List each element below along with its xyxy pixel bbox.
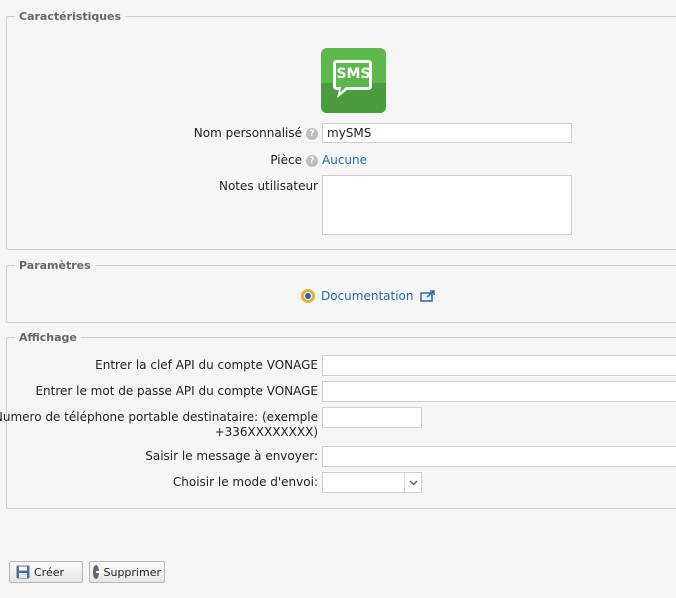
notes-textarea[interactable] <box>322 175 572 235</box>
sms-icon-text: SMS <box>336 66 371 82</box>
mode-label: Choisir le mode d'envoi: <box>172 475 318 489</box>
phone-row: Numero de téléphone portable destinatair… <box>0 407 676 441</box>
api-password-input[interactable] <box>322 381 676 402</box>
minus-circle-icon <box>93 565 104 579</box>
sms-app-icon: SMS <box>321 48 386 113</box>
notes-label: Notes utilisateur <box>218 179 318 193</box>
notes-row: Notes utilisateur <box>0 175 676 235</box>
external-link-icon <box>419 290 435 302</box>
create-button[interactable]: Créer <box>9 561 83 583</box>
message-input[interactable] <box>322 446 676 467</box>
chevron-down-icon <box>404 473 421 492</box>
name-label: Nom personnalisé? <box>194 126 318 140</box>
name-input[interactable]: mySMS <box>322 123 572 143</box>
phone-label: Numero de téléphone portable destinatair… <box>0 410 318 439</box>
api-pass-row: Entrer le mot de passe API du compte VON… <box>0 381 676 403</box>
help-icon[interactable]: ? <box>306 154 318 167</box>
documentation-label: Documentation <box>321 289 414 303</box>
message-label: Saisir le message à envoyer: <box>145 449 318 463</box>
room-row: Pièce? Aucune <box>0 151 676 169</box>
api-key-label: Entrer la clef API du compte VONAGE <box>95 358 318 372</box>
save-icon <box>16 565 30 579</box>
delete-button-label: Supprimer <box>103 565 161 579</box>
phone-input[interactable] <box>322 407 422 428</box>
room-value[interactable]: Aucune <box>322 153 367 167</box>
mode-select[interactable] <box>322 472 422 493</box>
name-row: Nom personnalisé? mySMS <box>0 123 676 145</box>
characteristics-legend: Caractéristiques <box>19 10 122 23</box>
display-legend: Affichage <box>19 331 77 344</box>
documentation-icon <box>301 289 315 303</box>
documentation-link[interactable]: Documentation <box>301 287 436 305</box>
message-row: Saisir le message à envoyer: <box>0 446 676 468</box>
create-button-label: Créer <box>34 565 65 579</box>
api-key-row: Entrer la clef API du compte VONAGE <box>0 355 676 377</box>
mode-row: Choisir le mode d'envoi: <box>0 472 676 494</box>
room-label: Pièce? <box>270 153 318 167</box>
api-pass-label: Entrer le mot de passe API du compte VON… <box>35 384 318 398</box>
delete-button[interactable]: Supprimer <box>89 561 165 583</box>
parameters-legend: Paramètres <box>19 259 91 272</box>
api-key-input[interactable] <box>322 355 676 376</box>
help-icon[interactable]: ? <box>306 127 318 140</box>
